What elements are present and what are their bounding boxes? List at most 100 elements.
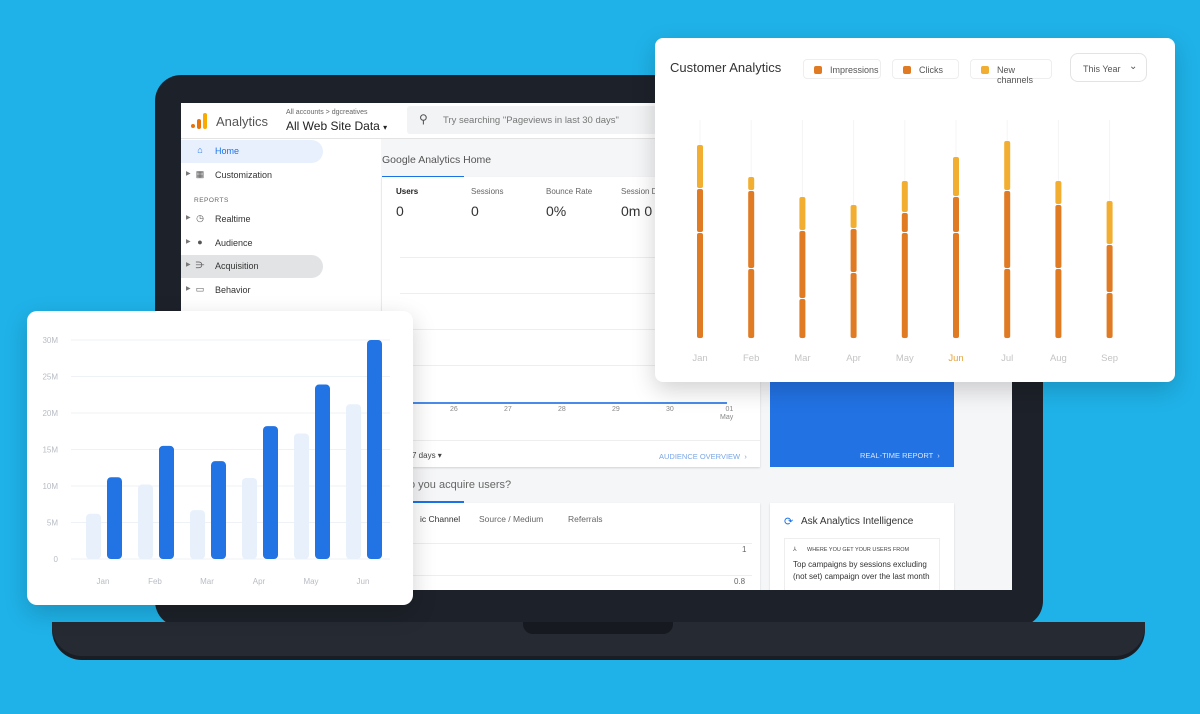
bar-primary xyxy=(107,477,122,559)
sidebar-item-behavior[interactable]: ▶ ▭ Behavior xyxy=(181,279,323,302)
bar-primary xyxy=(263,426,278,559)
breadcrumb: All accounts > dgcreatives xyxy=(286,109,368,116)
sidebar-label: Realtime xyxy=(215,214,251,224)
caret-down-icon: ▾ xyxy=(383,123,388,132)
app-name: Analytics xyxy=(216,114,269,129)
metric-label[interactable]: Session D xyxy=(621,187,657,196)
bar-segment-impressions xyxy=(748,269,755,338)
tab-channel[interactable]: ic Channel xyxy=(420,514,460,524)
date-range-selector[interactable]: 7 days ▾ xyxy=(412,451,442,460)
window-icon: ▭ xyxy=(195,284,205,294)
sidebar-item-realtime[interactable]: ▶ ◷ Realtime xyxy=(181,208,323,231)
bar-secondary xyxy=(86,513,101,559)
metric-value: 0 xyxy=(396,203,404,219)
bar-primary xyxy=(315,384,330,559)
property-selector[interactable]: All Web Site Data ▾ xyxy=(286,119,387,133)
intelligence-icon: ⟳ xyxy=(784,516,794,528)
sidebar-item-audience[interactable]: ▶ ● Audience xyxy=(181,232,323,255)
expand-icon: ▶ xyxy=(186,171,191,177)
insight-text: Top campaigns by sessions excluding (not… xyxy=(793,560,930,581)
bar-secondary xyxy=(190,510,205,559)
bar-segment-clicks xyxy=(850,229,857,272)
bar-primary xyxy=(159,445,174,559)
x-axis-label: 30 xyxy=(666,406,674,413)
home-icon: ⌂ xyxy=(197,145,203,155)
bar-segment-impressions xyxy=(799,299,806,338)
y-tick: 1 xyxy=(742,545,747,554)
bar-segment-new-channels xyxy=(1004,141,1011,190)
property-name: All Web Site Data xyxy=(286,119,380,133)
x-axis-label: Jan xyxy=(692,353,707,364)
x-axis-label: Mar xyxy=(794,353,810,364)
metric-label[interactable]: Users xyxy=(396,187,418,196)
x-axis-label: Jul xyxy=(1001,353,1013,364)
x-axis-label: May xyxy=(896,353,914,364)
bar-secondary xyxy=(294,433,309,559)
x-axis-label: Sep xyxy=(1101,353,1118,364)
reports-section-label: REPORTS xyxy=(194,197,229,204)
metric-label[interactable]: Bounce Rate xyxy=(546,187,592,196)
y-axis-label: 30M xyxy=(42,336,58,345)
bar-segment-new-channels xyxy=(1106,201,1113,244)
bar-segment-new-channels xyxy=(1055,181,1062,204)
audience-overview-link[interactable]: AUDIENCE OVERVIEW › xyxy=(659,452,747,461)
bar-segment-clicks xyxy=(748,191,755,268)
sidebar-label: Acquisition xyxy=(215,261,259,271)
bar-segment-impressions xyxy=(1106,293,1113,338)
bar-segment-impressions xyxy=(1004,269,1011,338)
insight-card[interactable]: ⅄ WHERE YOU GET YOUR USERS FROM Top camp… xyxy=(784,538,940,590)
x-axis-label: Aug xyxy=(1050,353,1067,364)
sidebar-item-home[interactable]: ⌂ Home xyxy=(181,140,323,163)
bar-segment-new-channels xyxy=(697,145,703,188)
search-placeholder: Try searching "Pageviews in last 30 days… xyxy=(443,115,619,126)
metric-value: 0m 0 xyxy=(621,203,653,219)
realtime-report-link[interactable]: REAL-TIME REPORT › xyxy=(860,451,940,460)
monthly-bar-card: 0 5M 10M 15M 20M 25M 30M Jan Feb Mar Apr May Jun xyxy=(27,311,413,605)
x-axis-label: Jan xyxy=(97,577,110,586)
analytics-logo-icon xyxy=(191,113,207,129)
bar-primary xyxy=(367,340,382,559)
chevron-right-icon: › xyxy=(744,452,747,461)
sidebar-item-acquisition[interactable]: ▶ ⋺ Acquisition xyxy=(181,255,323,278)
x-axis-label: 28 xyxy=(558,406,566,413)
bar-segment-impressions xyxy=(697,233,703,338)
acquisition-card: ic Channel Source / Medium Referrals 1 0… xyxy=(382,503,760,590)
metric-label[interactable]: Sessions xyxy=(471,187,503,196)
monthly-bar-chart: 0 5M 10M 15M 20M 25M 30M Jan Feb Mar Apr May Jun xyxy=(42,336,390,586)
sidebar-item-customization[interactable]: ▶ ▦ Customization xyxy=(181,164,323,187)
bar-segment-impressions xyxy=(1055,269,1062,338)
x-axis-label: Jun xyxy=(948,353,963,364)
y-axis-label: 0 xyxy=(54,555,59,564)
sidebar-label: Audience xyxy=(215,238,253,248)
realtime-card: REAL-TIME REPORT › xyxy=(770,380,954,467)
realtime-link-label: REAL-TIME REPORT xyxy=(860,451,934,460)
bar-secondary xyxy=(138,484,153,559)
metric-value: 0 xyxy=(471,203,479,219)
network-icon: ⅄ xyxy=(793,547,797,553)
grid-icon: ▦ xyxy=(195,169,205,179)
bar-segment-new-channels xyxy=(953,157,959,196)
sidebar-label: Customization xyxy=(215,170,273,180)
tab-source-medium[interactable]: Source / Medium xyxy=(479,514,543,524)
x-axis-label: 29 xyxy=(612,406,620,413)
acquire-title: o you acquire users? xyxy=(409,479,512,491)
y-axis-label: 5M xyxy=(47,519,58,528)
x-axis-label: 27 xyxy=(504,406,512,413)
chevron-right-icon: › xyxy=(937,451,940,460)
y-axis-label: 10M xyxy=(42,482,58,491)
y-axis-label: 15M xyxy=(42,446,58,455)
customer-analytics-card: Customer Analytics Impressions Clicks Ne… xyxy=(655,38,1175,382)
y-axis-label: 25M xyxy=(42,373,58,382)
x-axis-label: Feb xyxy=(743,353,759,364)
bar-primary xyxy=(211,461,226,559)
expand-icon: ▶ xyxy=(186,215,191,221)
audience-link-label: AUDIENCE OVERVIEW xyxy=(659,452,741,461)
bar-segment-clicks xyxy=(1004,191,1011,268)
bar-segment-new-channels xyxy=(901,181,908,212)
customer-analytics-chart: Jan Feb Mar Apr May Jun Jul Aug Sep xyxy=(692,120,1118,364)
bar-segment-new-channels xyxy=(799,197,806,230)
sidebar-label: Home xyxy=(215,146,240,156)
tab-referrals[interactable]: Referrals xyxy=(568,514,602,524)
x-axis-label: Jun xyxy=(357,577,370,586)
laptop-notch xyxy=(523,622,673,634)
